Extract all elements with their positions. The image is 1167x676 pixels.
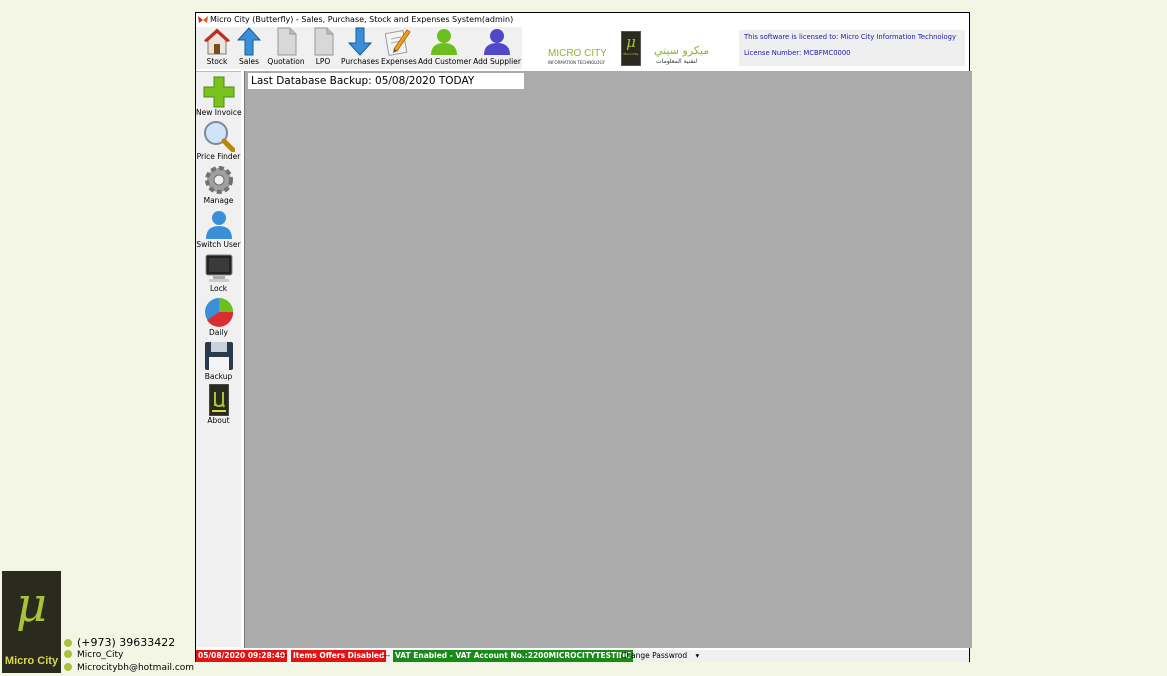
top-toolbar: Stock Sales Quotation LPO Purchases Expe… (196, 27, 522, 69)
sidebar-price-finder-button[interactable]: Price Finder (196, 120, 241, 162)
last-backup-label: Last Database Backup: 05/08/2020 TODAY (248, 73, 524, 89)
license-number-text: License Number: MCBFMC0000 (744, 49, 851, 57)
status-offers: Items Offers Disabled (291, 650, 387, 662)
sidebar-backup-button[interactable]: Backup (196, 340, 241, 382)
company-logo: MICRO CITY INFORMATION TECHNOLOGY μ Micr… (526, 27, 736, 69)
whatsapp-icon (64, 639, 72, 647)
monitor-icon (205, 254, 232, 282)
contact-phone: (+973) 39633422 (77, 636, 176, 649)
arrow-up-icon (237, 27, 261, 56)
status-separator: --- (382, 651, 391, 660)
corner-brand-name: Micro City (4, 655, 59, 667)
sidebar-item-label: Backup (204, 372, 233, 381)
status-datetime: 05/08/2020 09:28:40 (196, 650, 288, 662)
toolbar-item-label: Add Supplier (473, 57, 521, 66)
toolbar-sales-button[interactable]: Sales (234, 27, 264, 69)
main-workspace: Last Database Backup: 05/08/2020 TODAY (244, 71, 972, 648)
status-vat: VAT Enabled - VAT Account No.:2200MICROC… (393, 650, 634, 662)
sidebar-item-label: About (207, 416, 230, 425)
sidebar-about-button[interactable]: About (196, 384, 241, 426)
arrow-down-icon (348, 27, 372, 56)
sidebar-item-label: Switch User (196, 240, 241, 249)
contact-email: Microcitybh@hotmail.com (77, 663, 195, 673)
sidebar-item-label: Manage (203, 196, 234, 205)
sidebar-new-invoice-button[interactable]: New Invoice (196, 76, 242, 118)
sidebar-item-label: New Invoice (196, 108, 242, 117)
contact-info: (+973) 39633422 Micro_City Microcitybh@h… (64, 636, 194, 675)
mu-logo-icon (208, 384, 229, 416)
user-icon (205, 211, 232, 239)
sidebar-item-label: Lock (209, 284, 228, 293)
logo-mu-caption: Micro City (623, 52, 639, 56)
logo-arabic-tagline: لتقنية المعلومات (656, 58, 698, 65)
status-separator: --- (279, 651, 288, 660)
sidebar-lock-button[interactable]: Lock (196, 252, 241, 294)
left-sidebar: New Invoice Price Finder Manage Switch U… (196, 71, 242, 647)
toolbar-item-label: LPO (315, 57, 331, 66)
pie-chart-icon (204, 298, 233, 327)
toolbar-purchases-button[interactable]: Purchases (341, 27, 379, 69)
toolbar-item-label: Sales (239, 57, 259, 66)
toolbar-stock-button[interactable]: Stock (202, 27, 232, 69)
license-info: This software is licensed to: Micro City… (739, 30, 965, 66)
toolbar-add-supplier-button[interactable]: Add Supplier (472, 27, 522, 69)
person-blue-icon (484, 29, 510, 55)
document-icon (277, 27, 297, 56)
toolbar-item-label: Quotation (267, 57, 305, 66)
toolbar-item-label: Add Customer (418, 57, 472, 66)
sidebar-manage-button[interactable]: Manage (196, 164, 241, 206)
toolbar-item-label: Expenses (381, 57, 417, 66)
logo-arabic-name: ميكرو سيتي (654, 44, 710, 57)
document-icon (314, 27, 334, 56)
change-password-label: Change Passwrod (621, 651, 688, 660)
change-password-menu[interactable]: Change Passwrod ▾ (619, 650, 701, 662)
logo-english-name: MICRO CITY (548, 48, 607, 59)
corner-brand-logo: μ Micro City (2, 571, 61, 673)
floppy-disk-icon (204, 342, 233, 370)
toolbar-expenses-button[interactable]: Expenses (381, 27, 417, 69)
toolbar-quotation-button[interactable]: Quotation (266, 27, 306, 69)
house-icon (204, 28, 230, 55)
licensed-to-text: This software is licensed to: Micro City… (744, 33, 956, 41)
gear-icon (204, 166, 233, 194)
plus-icon (203, 76, 234, 108)
sidebar-item-label: Daily (209, 328, 228, 337)
sidebar-switch-user-button[interactable]: Switch User (196, 208, 241, 250)
person-green-icon (431, 29, 457, 55)
title-bar: Micro City (Butterfly) - Sales, Purchase… (196, 13, 969, 27)
logo-mu-symbol: μ (626, 33, 636, 51)
contact-instagram: Micro_City (77, 650, 124, 660)
toolbar-add-customer-button[interactable]: Add Customer (418, 27, 472, 69)
toolbar-item-label: Stock (206, 57, 228, 66)
sidebar-daily-button[interactable]: Daily (196, 296, 241, 338)
sidebar-item-label: Price Finder (196, 152, 241, 161)
status-bar: 05/08/2020 09:28:40 --- Items Offers Dis… (196, 650, 969, 662)
app-window: Micro City (Butterfly) - Sales, Purchase… (195, 12, 972, 662)
window-title: Micro City (Butterfly) - Sales, Purchase… (210, 15, 514, 24)
logo-english-tagline: INFORMATION TECHNOLOGY (548, 60, 605, 65)
butterfly-icon (198, 16, 208, 23)
magnifier-icon (203, 121, 235, 152)
corner-mu-symbol: μ (15, 577, 48, 633)
instagram-icon (64, 650, 72, 658)
toolbar-lpo-button[interactable]: LPO (308, 27, 338, 69)
toolbar-item-label: Purchases (341, 57, 379, 66)
logo-mu-icon: μ Micro City (621, 31, 641, 66)
email-icon (64, 663, 72, 671)
chevron-down-icon: ▾ (695, 651, 700, 660)
pencil-paper-icon (385, 29, 411, 56)
